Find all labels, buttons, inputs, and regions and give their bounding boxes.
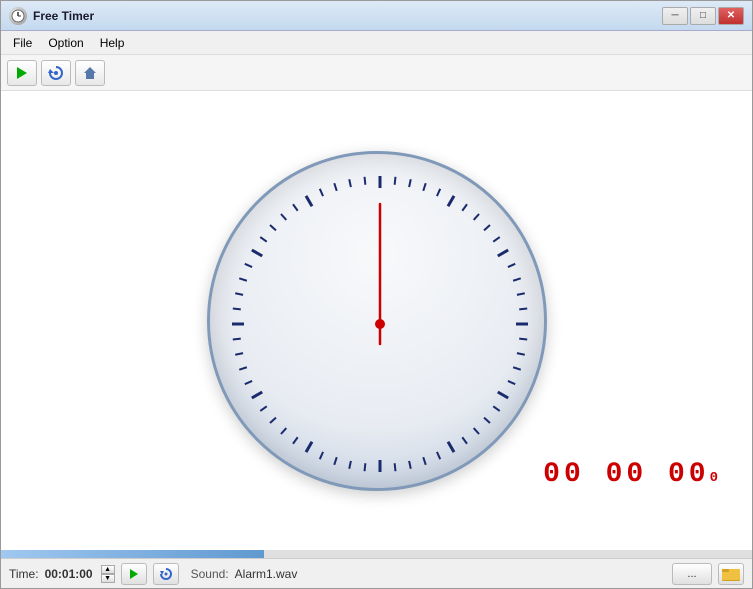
home-button[interactable] bbox=[75, 60, 105, 86]
menu-option[interactable]: Option bbox=[40, 34, 91, 52]
progress-fill bbox=[1, 550, 264, 558]
close-button[interactable]: ✕ bbox=[718, 7, 744, 25]
window-title: Free Timer bbox=[33, 9, 662, 23]
menu-help[interactable]: Help bbox=[92, 34, 133, 52]
play-button[interactable] bbox=[7, 60, 37, 86]
status-play-button[interactable] bbox=[121, 563, 147, 585]
sound-value: Alarm1.wav bbox=[235, 567, 298, 581]
window-controls: ─ □ ✕ bbox=[662, 7, 744, 25]
digital-superscript: 0 bbox=[710, 470, 722, 486]
clock-container: // This won't run in SVG, we'll just dra… bbox=[207, 151, 547, 491]
digital-time: 00 00 00 bbox=[543, 459, 709, 490]
title-bar: Free Timer ─ □ ✕ bbox=[1, 1, 752, 31]
maximize-button[interactable]: □ bbox=[690, 7, 716, 25]
folder-button[interactable] bbox=[718, 563, 744, 585]
time-label: Time: bbox=[9, 567, 39, 581]
file-browse-button[interactable]: ... bbox=[672, 563, 712, 585]
progress-bar-container bbox=[1, 550, 752, 558]
main-window: Free Timer ─ □ ✕ File Option Help bbox=[0, 0, 753, 589]
sound-label: Sound: bbox=[191, 567, 229, 581]
spin-down[interactable]: ▼ bbox=[101, 574, 115, 583]
clock-svg: // This won't run in SVG, we'll just dra… bbox=[210, 154, 547, 491]
status-reset-button[interactable] bbox=[153, 563, 179, 585]
status-bar: Time: 00:01:00 ▲ ▼ Sound: Alarm1.wav ... bbox=[1, 558, 752, 588]
spin-up[interactable]: ▲ bbox=[101, 565, 115, 574]
time-value: 00:01:00 bbox=[45, 567, 93, 581]
main-content: // This won't run in SVG, we'll just dra… bbox=[1, 91, 752, 550]
reset-button[interactable] bbox=[41, 60, 71, 86]
app-icon bbox=[9, 7, 27, 25]
time-spinner[interactable]: ▲ ▼ bbox=[101, 565, 115, 583]
digital-display: 00 00 000 bbox=[543, 459, 722, 490]
minimize-button[interactable]: ─ bbox=[662, 7, 688, 25]
menu-bar: File Option Help bbox=[1, 31, 752, 55]
menu-file[interactable]: File bbox=[5, 34, 40, 52]
clock-face: // This won't run in SVG, we'll just dra… bbox=[207, 151, 547, 491]
toolbar bbox=[1, 55, 752, 91]
